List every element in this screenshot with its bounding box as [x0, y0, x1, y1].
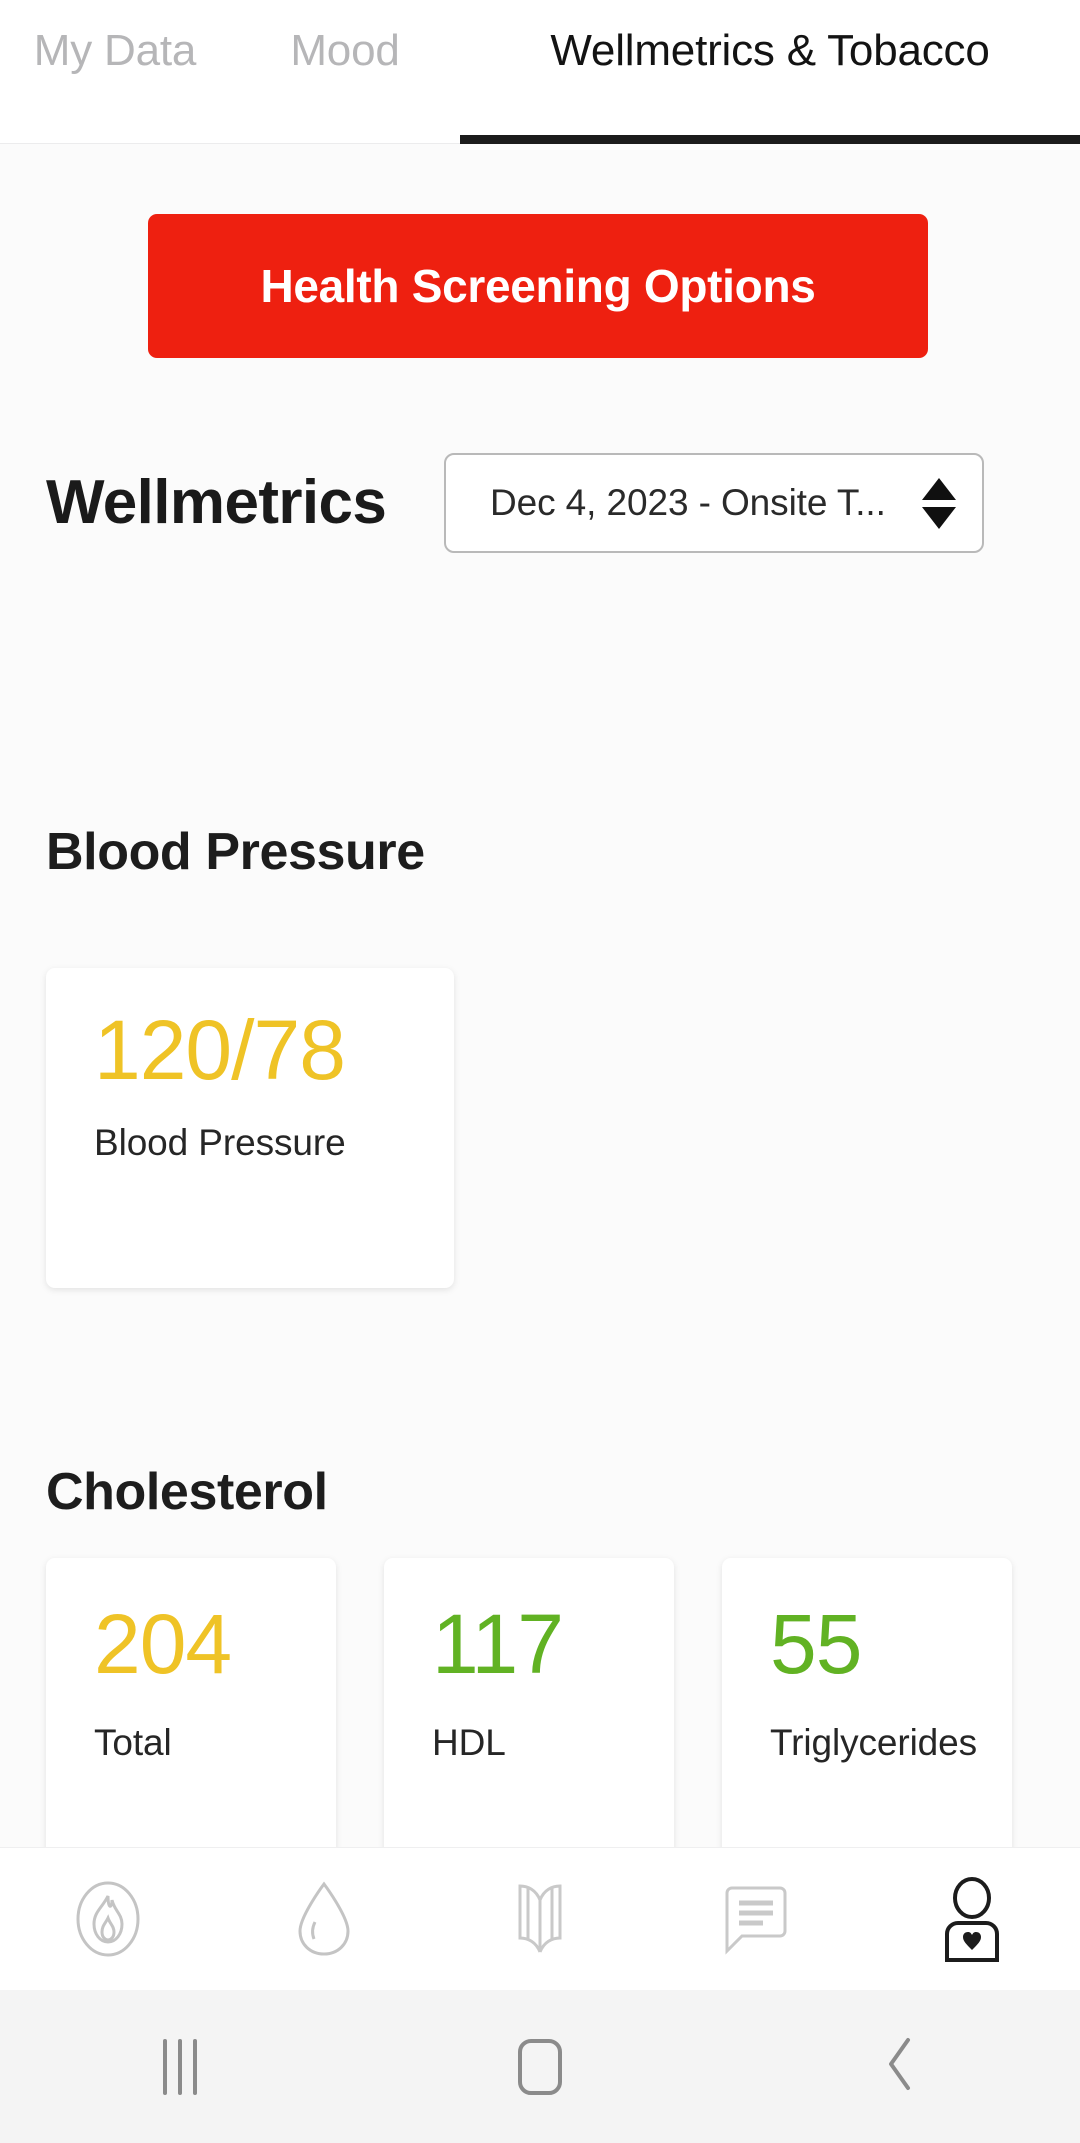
nav-item-profile[interactable] — [864, 1848, 1080, 1991]
system-nav-recents[interactable] — [0, 2038, 360, 2095]
home-icon — [518, 2038, 562, 2095]
back-icon — [880, 2034, 920, 2099]
metric-label: Blood Pressure — [94, 1122, 346, 1163]
tab-my-data[interactable]: My Data — [0, 0, 230, 144]
screening-period-select[interactable]: Dec 4, 2023 - Onsite T... — [444, 453, 984, 553]
tab-wellmetrics-tobacco[interactable]: Wellmetrics & Tobacco — [460, 0, 1080, 144]
bottom-navigation-bar — [0, 1847, 1080, 1990]
screening-period-value: Dec 4, 2023 - Onsite T... — [490, 482, 886, 523]
tab-mood-label: Mood — [290, 26, 400, 75]
metric-value: 117 — [432, 1597, 564, 1691]
section-heading-cholesterol: Cholesterol — [46, 1463, 328, 1521]
metric-card-total-cholesterol[interactable]: 204 Total — [46, 1558, 336, 1868]
tab-mood[interactable]: Mood — [230, 0, 460, 144]
triangle-down-icon[interactable] — [922, 506, 956, 529]
health-screening-options-label: Health Screening Options — [260, 260, 816, 312]
metric-label: Total — [94, 1722, 172, 1763]
nav-item-book[interactable] — [432, 1848, 648, 1991]
person-heart-icon — [935, 1876, 1009, 1962]
water-drop-icon — [293, 1878, 355, 1960]
app-screen: My Data Mood Wellmetrics & Tobacco Healt… — [0, 0, 1080, 2143]
metric-value: 120/78 — [94, 1003, 346, 1097]
triangle-up-icon[interactable] — [922, 477, 956, 500]
screening-period-spinner[interactable] — [896, 477, 982, 529]
chat-bubble-icon — [719, 1881, 793, 1957]
system-nav-back[interactable] — [720, 2034, 1080, 2099]
metric-label: Triglycerides — [770, 1722, 978, 1763]
active-tab-underline — [460, 135, 1080, 144]
page-title: Wellmetrics — [46, 468, 387, 537]
metric-card-blood-pressure[interactable]: 120/78 Blood Pressure — [46, 968, 454, 1288]
open-book-icon — [498, 1880, 582, 1958]
metric-label: HDL — [432, 1722, 506, 1763]
metric-value: 55 — [770, 1597, 862, 1691]
top-tab-bar: My Data Mood Wellmetrics & Tobacco — [0, 0, 1080, 144]
metric-card-hdl[interactable]: 117 HDL — [384, 1558, 674, 1868]
tab-wellmetrics-tobacco-label: Wellmetrics & Tobacco — [550, 26, 990, 75]
system-nav-home[interactable] — [360, 2038, 720, 2095]
tab-my-data-label: My Data — [33, 26, 197, 75]
flame-icon — [72, 1880, 144, 1958]
metric-value: 204 — [94, 1597, 232, 1691]
nav-item-water[interactable] — [216, 1848, 432, 1991]
recents-icon — [163, 2038, 197, 2095]
metric-card-triglycerides[interactable]: 55 Triglycerides — [722, 1558, 1012, 1868]
health-screening-options-button[interactable]: Health Screening Options — [148, 214, 928, 358]
android-system-navigation-bar — [0, 1990, 1080, 2143]
section-heading-blood-pressure: Blood Pressure — [46, 823, 425, 881]
nav-item-chat[interactable] — [648, 1848, 864, 1991]
nav-item-flame[interactable] — [0, 1848, 216, 1991]
